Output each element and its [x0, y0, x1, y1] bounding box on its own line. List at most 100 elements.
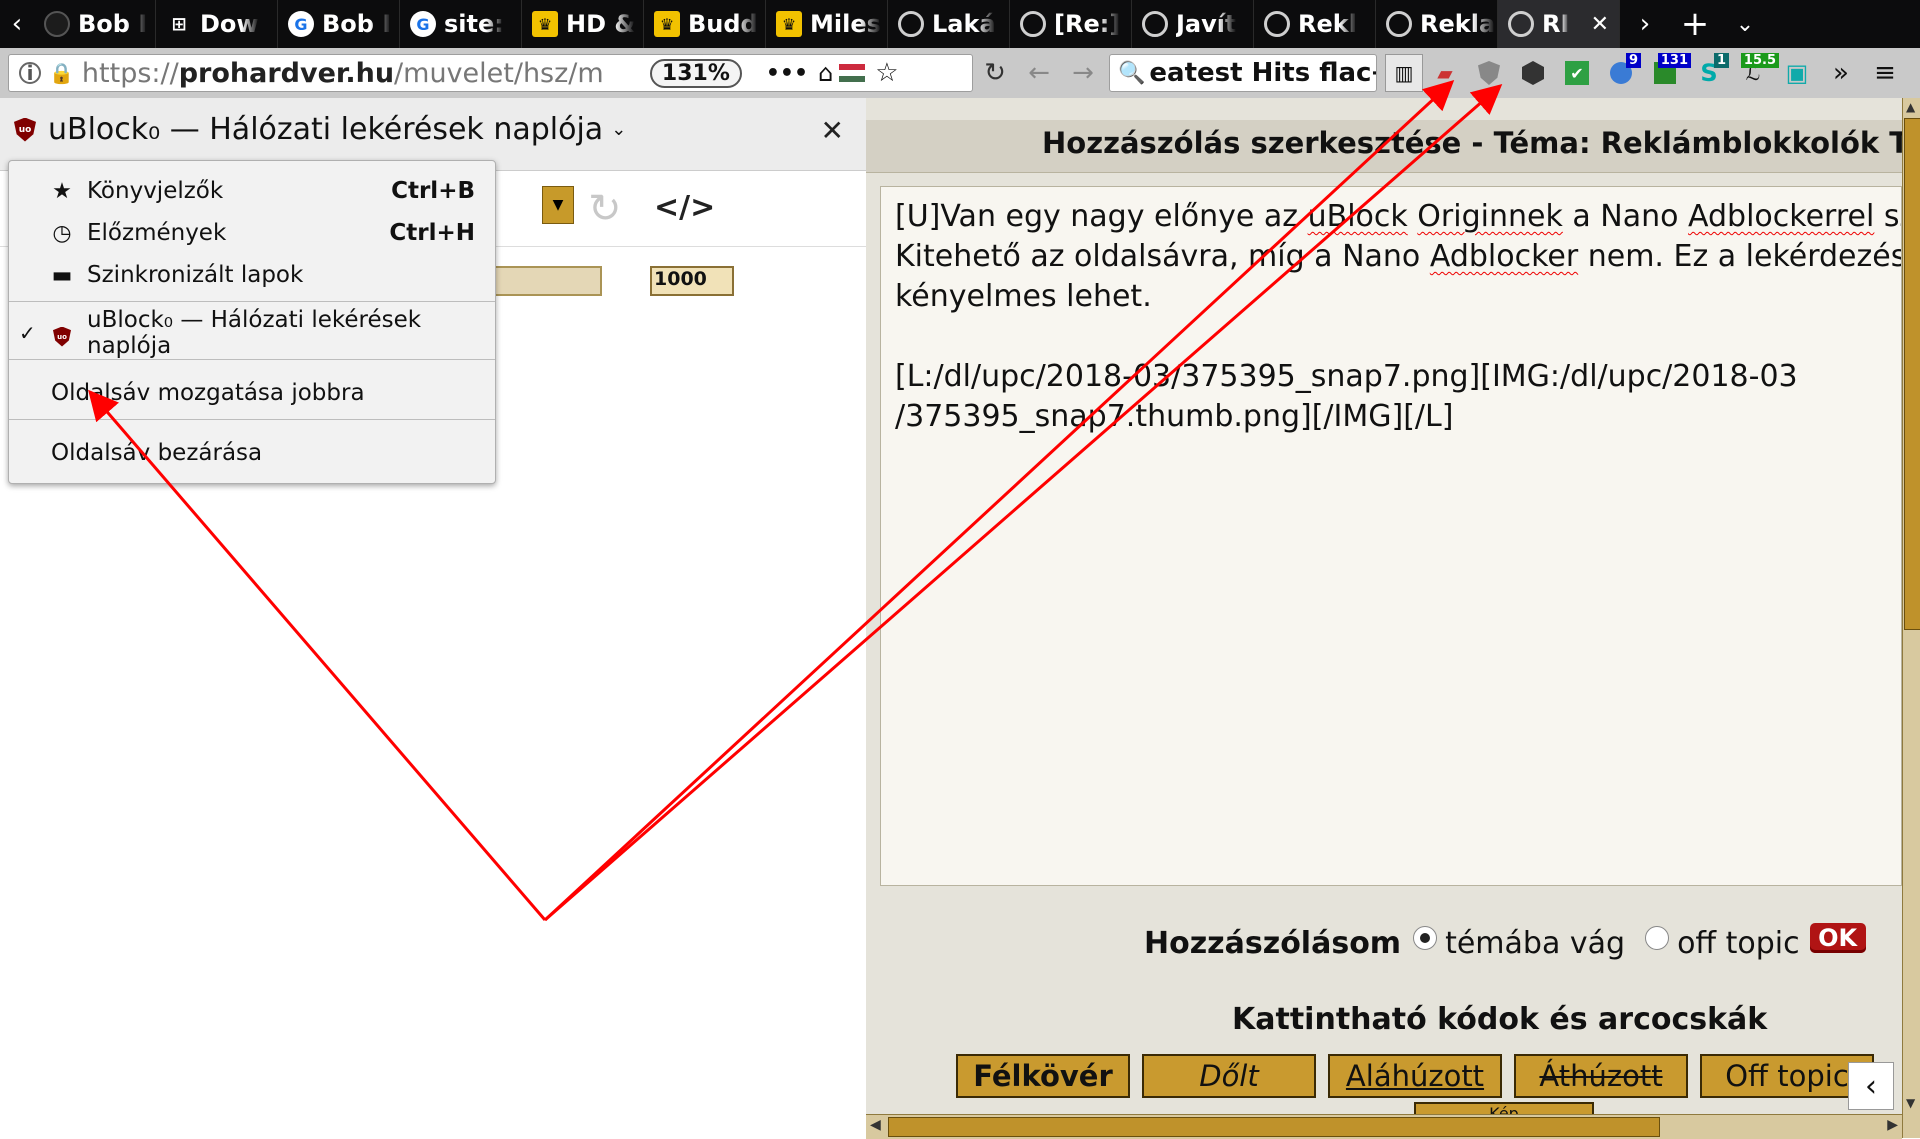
ublock-ext-icon[interactable]: [1467, 51, 1511, 95]
page-actions-icon[interactable]: •••: [766, 61, 808, 86]
tab-3[interactable]: G Bob I: [278, 0, 400, 48]
text-run: [1408, 199, 1418, 234]
prohardver-icon: [1264, 11, 1290, 37]
star-icon: ★: [52, 178, 72, 204]
tab-8[interactable]: Laká: [888, 0, 1010, 48]
bookmark-star-icon[interactable]: ☆: [875, 58, 898, 88]
menu-label: uBlock₀ — Hálózati lekérések naplója: [87, 307, 422, 359]
url-bar[interactable]: i 🔒 https://prohardver.hu/muvelet/hsz/m …: [8, 54, 973, 92]
skype-ext-icon[interactable]: S1: [1687, 51, 1731, 95]
vertical-scrollbar[interactable]: ▲ ▼: [1902, 98, 1920, 1138]
search-bar[interactable]: 🔍 eatest Hits flac →: [1109, 54, 1377, 92]
tab-11[interactable]: Rekl: [1254, 0, 1376, 48]
tab-select-dropdown[interactable]: ▼: [542, 186, 574, 224]
checkmark-ext-icon[interactable]: ✔: [1555, 51, 1599, 95]
radio-on-topic[interactable]: [1413, 926, 1438, 950]
menu-separator: [9, 419, 495, 420]
github-icon: [44, 11, 70, 37]
home-icon[interactable]: ⌂: [818, 59, 833, 87]
google-icon: G: [288, 11, 314, 37]
save-ext-icon[interactable]: ▣: [1775, 51, 1819, 95]
tab-10[interactable]: Javít: [1132, 0, 1254, 48]
scroll-tabs-right-icon[interactable]: ›: [1620, 0, 1670, 48]
tab-13-active[interactable]: RI ✕: [1498, 0, 1620, 48]
underline-button[interactable]: Aláhúzott: [1328, 1054, 1502, 1098]
tab-5[interactable]: ♛ HD &: [522, 0, 644, 48]
code-icon[interactable]: </>: [654, 190, 715, 225]
screenshot-ext-icon[interactable]: ▰: [1423, 51, 1467, 95]
nano-adblocker-icon[interactable]: [1511, 51, 1555, 95]
sidebar-title: uBlock₀ — Hálózati lekérések naplója: [48, 112, 604, 147]
menu-label: Oldalsáv mozgatása jobbra: [51, 380, 365, 406]
tab-2[interactable]: ⊞ Dow: [156, 0, 278, 48]
text-run: [U]Van egy nagy előnye az: [895, 199, 1308, 234]
sidebar-toggle-icon[interactable]: ▥: [1385, 54, 1423, 92]
vertical-scroll-thumb[interactable]: [1904, 118, 1920, 630]
close-tab-icon[interactable]: ✕: [1591, 12, 1609, 37]
hamburger-menu-icon[interactable]: ≡: [1863, 51, 1907, 95]
bold-button[interactable]: Félkövér: [956, 1054, 1130, 1098]
search-go-icon[interactable]: →: [1371, 58, 1376, 88]
text-run: szemben:: [1883, 199, 1901, 234]
zoom-indicator[interactable]: 131%: [649, 58, 742, 88]
speed-ext-icon[interactable]: ℒ 15.5: [1731, 51, 1779, 95]
menu-label: Szinkronizált lapok: [87, 262, 304, 288]
radio-off-topic[interactable]: [1645, 926, 1670, 950]
reload-icon[interactable]: ↻: [588, 186, 622, 232]
horizontal-scrollbar[interactable]: ◀ ▶: [866, 1114, 1902, 1139]
reload-icon[interactable]: ↻: [973, 51, 1017, 95]
text-run: Adblockerrel: [1688, 199, 1875, 234]
tab-1[interactable]: Bob I: [34, 0, 156, 48]
off-topic-label: off topic: [1677, 925, 1800, 961]
horizontal-scroll-thumb[interactable]: [888, 1117, 1660, 1137]
notification-ext-icon[interactable]: 9: [1599, 51, 1643, 95]
close-sidebar-icon[interactable]: ✕: [821, 114, 844, 147]
url-host: prohardver.hu: [178, 57, 395, 89]
back-icon[interactable]: ←: [1017, 51, 1061, 95]
text-run: Adblocker: [1429, 239, 1579, 274]
synced-tabs-icon: ▬: [51, 262, 73, 288]
scroll-up-icon[interactable]: ▲: [1906, 100, 1915, 114]
url-text[interactable]: https://prohardver.hu/muvelet/hsz/m: [82, 58, 642, 89]
tab-6[interactable]: ♛ Budd: [644, 0, 766, 48]
scroll-left-icon[interactable]: ◀: [870, 1117, 881, 1133]
overflow-menu-icon[interactable]: »: [1819, 51, 1863, 95]
tab-9[interactable]: [Re:]: [1010, 0, 1132, 48]
strikethrough-button[interactable]: Áthúzott: [1514, 1054, 1688, 1098]
post-type-row: Hozzászólásom témába vág off topic OK: [1144, 920, 1866, 966]
chevron-down-icon: ⌄: [611, 119, 627, 140]
search-icon: 🔍: [1118, 60, 1146, 86]
url-path: /muvelet/hsz/m: [394, 57, 604, 89]
post-textarea[interactable]: [U]Van egy nagy előnye az uBlock Originn…: [880, 186, 1902, 886]
forward-icon[interactable]: →: [1061, 51, 1105, 95]
menu-item-ublock-logger[interactable]: ✓ uo uBlock₀ — Hálózati lekérések naplój…: [9, 307, 495, 359]
scroll-tabs-left-icon[interactable]: ‹: [0, 0, 34, 48]
new-tab-icon[interactable]: +: [1670, 0, 1720, 48]
url-scheme: https://: [81, 57, 179, 89]
menu-item-bookmarks[interactable]: ★ Könyvjelzők Ctrl+B: [9, 171, 495, 211]
text-line: [L:/dl/upc/2018-03/375395_snap7.png][IMG…: [895, 359, 1798, 394]
info-icon[interactable]: i: [19, 61, 41, 85]
web-page-content: Hozzászólás szerkesztése - Téma: Reklámb…: [866, 98, 1902, 1139]
counter-ext-icon[interactable]: 131: [1643, 51, 1691, 95]
network-icon: ⊞: [171, 13, 187, 35]
tab-7[interactable]: ♛ Miles: [766, 0, 888, 48]
badge-count: 9: [1625, 53, 1641, 68]
sidebar-switcher-menu: ★ Könyvjelzők Ctrl+B ◷ Előzmények Ctrl+H…: [8, 160, 496, 484]
ok-button[interactable]: OK: [1809, 923, 1866, 953]
menu-item-close-sidebar[interactable]: Oldalsáv bezárása: [9, 433, 495, 473]
menu-item-move-sidebar-right[interactable]: Oldalsáv mozgatása jobbra: [9, 373, 495, 413]
tab-4[interactable]: Gsite:: [400, 0, 522, 48]
menu-item-history[interactable]: ◷ Előzmények Ctrl+H: [9, 213, 495, 253]
menu-label: Előzmények: [87, 220, 227, 246]
sidebar-switcher[interactable]: uo uBlock₀ — Hálózati lekérések naplója …: [14, 112, 626, 147]
menu-item-synced-tabs[interactable]: ▬ Szinkronizált lapok: [9, 255, 495, 295]
italic-button[interactable]: Dőlt: [1142, 1054, 1316, 1098]
tab-12[interactable]: Rekla: [1376, 0, 1498, 48]
scroll-down-icon[interactable]: ▼: [1906, 1096, 1915, 1110]
chevron-left-icon[interactable]: ‹: [1848, 1062, 1894, 1110]
scroll-right-icon[interactable]: ▶: [1887, 1117, 1898, 1133]
tab-list-icon[interactable]: ⌄: [1720, 0, 1770, 48]
prohardver-icon: [1508, 11, 1534, 37]
max-entries-input[interactable]: 1000: [650, 266, 734, 296]
